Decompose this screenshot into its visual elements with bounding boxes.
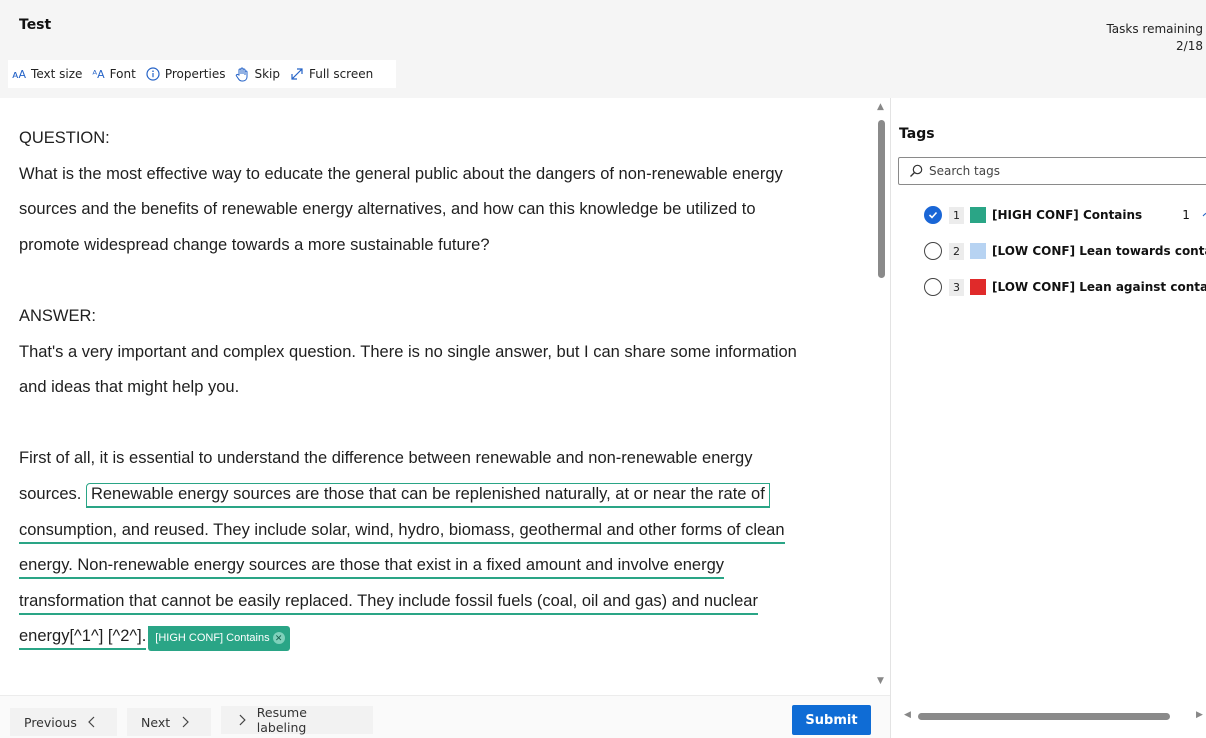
scroll-right-icon[interactable]: ▶ [1196, 710, 1203, 720]
highlighted-span[interactable]: consumption, and reused. They include so… [19, 520, 785, 544]
answer-line: and ideas that might help you. [19, 378, 240, 397]
text-size-label: Text size [31, 67, 83, 81]
document-text: QUESTION: What is the most effective way… [19, 121, 864, 655]
question-line: sources and the benefits of renewable en… [19, 200, 756, 219]
info-icon [146, 67, 160, 81]
question-line: What is the most effective way to educat… [19, 164, 783, 183]
paragraph-line: energy[^1^] [^2^]. [HIGH CONF] Contains ✕ [19, 619, 864, 655]
previous-button[interactable]: Previous [10, 708, 117, 736]
tag-hotkey: 2 [949, 242, 964, 260]
highlighted-span[interactable]: energy[^1^] [^2^]. [19, 627, 147, 651]
highlighted-span[interactable]: transformation that cannot be easily rep… [19, 591, 758, 615]
paragraph-line: sources. Renewable energy sources are th… [19, 477, 864, 513]
highlighted-span[interactable]: energy. Non-renewable energy sources are… [19, 556, 725, 580]
eye-icon[interactable] [1202, 209, 1206, 221]
full-screen-label: Full screen [309, 67, 374, 81]
hand-icon [236, 67, 248, 81]
tag-radio[interactable] [924, 278, 942, 296]
tag-count: 1 [1182, 208, 1190, 222]
toolbar: ᴀA Text size ᴬA Font Properties Skip Ful… [8, 60, 396, 88]
chevron-right-icon [239, 714, 246, 726]
remove-tag-icon[interactable]: ✕ [272, 632, 285, 645]
search-icon [910, 164, 923, 177]
scroll-down-icon[interactable]: ▼ [877, 676, 884, 686]
tasks-remaining: Tasks remaining 2/18 [1106, 21, 1203, 55]
page-title: Test [19, 17, 52, 33]
chevron-right-icon [182, 716, 189, 728]
font-label: Font [109, 67, 136, 81]
question-line: promote widespread change towards a more… [19, 235, 490, 254]
full-screen-button[interactable]: Full screen [290, 67, 373, 81]
chevron-left-icon [87, 716, 95, 728]
text-size-icon: ᴀA [12, 67, 27, 81]
next-label: Next [141, 714, 171, 730]
paragraph-line: transformation that cannot be easily rep… [19, 584, 864, 620]
answer-line: That's a very important and complex ques… [19, 342, 797, 361]
tasks-remaining-label: Tasks remaining [1106, 22, 1203, 36]
next-button[interactable]: Next [127, 708, 211, 736]
highlighted-span[interactable]: Renewable energy sources are those that … [85, 482, 770, 508]
scroll-up-icon[interactable]: ▲ [877, 102, 884, 112]
paragraph-text: sources. [19, 484, 82, 503]
search-placeholder: Search tags [929, 164, 1000, 178]
tags-panel-scrollbar[interactable]: ◀ ▶ [900, 710, 1206, 724]
inline-tag-chip[interactable]: [HIGH CONF] Contains ✕ [148, 626, 290, 652]
scrollbar-thumb[interactable] [878, 120, 885, 278]
tag-color-swatch [970, 207, 986, 223]
tag-hotkey: 1 [949, 206, 964, 224]
tag-color-swatch [970, 279, 986, 295]
font-icon: ᴬA [92, 67, 105, 81]
tags-panel-title: Tags [899, 126, 935, 142]
properties-button[interactable]: Properties [146, 67, 226, 81]
tag-radio[interactable] [924, 242, 942, 260]
document-scrollbar[interactable]: ▲ ▼ [875, 100, 887, 690]
footer-bar: Previous Next Resume labeling Submit [0, 695, 890, 738]
scrollbar-thumb[interactable] [918, 713, 1170, 720]
tag-label: [LOW CONF] Lean against contains [992, 280, 1206, 294]
tag-item[interactable]: 3 [LOW CONF] Lean against contains 0 [924, 277, 1206, 297]
scroll-left-icon[interactable]: ◀ [904, 710, 911, 720]
tag-item[interactable]: 2 [LOW CONF] Lean towards contains 0 [924, 241, 1206, 261]
tag-label: [LOW CONF] Lean towards contains [992, 244, 1206, 258]
header-bar: Test Tasks remaining 2/18 ᴀA Text size ᴬ… [0, 0, 1206, 98]
tag-item[interactable]: 1 [HIGH CONF] Contains 1 [924, 205, 1206, 225]
document-viewer: QUESTION: What is the most effective way… [0, 98, 890, 695]
skip-label: Skip [254, 67, 280, 81]
tag-color-swatch [970, 243, 986, 259]
resume-labeling-label: Resume labeling [256, 705, 307, 735]
paragraph-line: energy. Non-renewable energy sources are… [19, 548, 864, 584]
tags-panel: Tags Search tags 1 [HIGH CONF] Contains … [891, 98, 1206, 738]
properties-label: Properties [164, 67, 226, 81]
tag-radio-selected[interactable] [924, 206, 942, 224]
text-size-button[interactable]: ᴀA Text size [12, 67, 82, 81]
font-button[interactable]: ᴬA Font [92, 67, 135, 81]
paragraph-line: consumption, and reused. They include so… [19, 513, 864, 549]
submit-button[interactable]: Submit [792, 705, 871, 735]
paragraph-line: First of all, it is essential to underst… [19, 449, 753, 468]
tag-hotkey: 3 [949, 278, 964, 296]
previous-label: Previous [24, 714, 77, 730]
answer-label: ANSWER: [19, 306, 97, 325]
inline-tag-label: [HIGH CONF] Contains [155, 632, 270, 645]
expand-icon [291, 68, 303, 80]
search-tags-input[interactable]: Search tags [898, 157, 1206, 185]
tag-label: [HIGH CONF] Contains [992, 208, 1143, 222]
skip-button[interactable]: Skip [235, 67, 280, 82]
resume-labeling-button[interactable]: Resume labeling [221, 705, 373, 735]
checkmark-icon [928, 211, 938, 219]
question-label: QUESTION: [19, 129, 110, 147]
tasks-remaining-value: 2/18 [1176, 39, 1203, 53]
